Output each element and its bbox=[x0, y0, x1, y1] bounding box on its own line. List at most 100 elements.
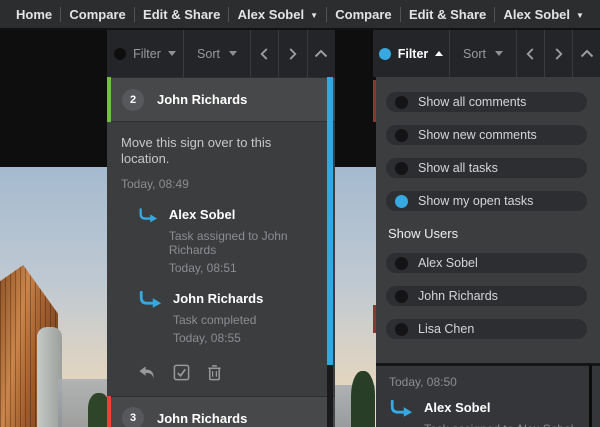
nav-divider bbox=[228, 6, 230, 22]
user-filter-alex-sobel[interactable]: Alex Sobel bbox=[386, 253, 587, 273]
chevron-right-icon bbox=[290, 47, 298, 60]
reply-detail: Task completed bbox=[173, 312, 257, 327]
nav-edit-share-right-label: Edit & Share bbox=[408, 6, 487, 22]
nav-compare-right[interactable]: Compare bbox=[335, 7, 391, 22]
user-filter-label: Lisa Chen bbox=[418, 322, 475, 336]
caret-down-icon bbox=[494, 51, 503, 56]
nav-home[interactable]: Home bbox=[16, 7, 52, 22]
comment-timestamp: Today, 08:49 bbox=[121, 176, 189, 191]
chevron-left-icon bbox=[260, 47, 268, 60]
reply-timestamp: Today, 08:51 bbox=[168, 260, 237, 275]
prev-comment-button[interactable] bbox=[517, 30, 544, 77]
comment-header[interactable]: 2 John Richards bbox=[107, 77, 335, 122]
comment-list-below-dropdown: Today, 08:50 Alex Sobel Task assigned to… bbox=[376, 365, 600, 427]
user-filter-lisa-chen[interactable]: Lisa Chen bbox=[386, 319, 587, 339]
comment-text: Move this sign over to this location. bbox=[121, 135, 272, 167]
filter-state-dot-icon bbox=[378, 47, 391, 60]
comment-header[interactable]: 3 John Richards bbox=[107, 395, 335, 427]
radio-dot-icon bbox=[395, 256, 408, 270]
show-users-heading: Show Users bbox=[388, 226, 459, 241]
prev-comment-button[interactable] bbox=[251, 30, 278, 77]
reply-item: John Richards Task completed Today, 08:5… bbox=[138, 290, 309, 345]
top-nav: Home Compare Edit & Share Alex Sobel ▼ C… bbox=[0, 0, 600, 30]
app-window: Home Compare Edit & Share Alex Sobel ▼ C… bbox=[0, 0, 600, 427]
radio-dot-icon bbox=[395, 161, 408, 175]
filter-button-active[interactable]: Filter bbox=[373, 30, 449, 77]
scrollbar-track bbox=[589, 365, 592, 427]
nav-user-left-label: Alex Sobel bbox=[237, 6, 305, 22]
filter-option-show-new-comments[interactable]: Show new comments bbox=[386, 125, 587, 145]
scrollbar-thumb[interactable] bbox=[327, 77, 333, 365]
filter-option-label: Show all comments bbox=[418, 95, 527, 109]
nav-divider bbox=[60, 6, 62, 22]
comments-panel-left: Filter Sort 2 John Richards Move this si… bbox=[107, 30, 335, 427]
reply-item: Alex Sobel Task assigned to Alex Sobel bbox=[389, 400, 600, 427]
nav-user-menu-left[interactable]: Alex Sobel ▼ bbox=[238, 7, 318, 22]
comment-body: Move this sign over to this location. To… bbox=[107, 122, 335, 381]
sort-button[interactable]: Sort bbox=[450, 30, 516, 77]
radio-dot-icon bbox=[395, 289, 408, 303]
user-filter-label: John Richards bbox=[418, 289, 498, 303]
task-checkbox-button[interactable] bbox=[173, 364, 190, 381]
collapse-panel-button[interactable] bbox=[573, 30, 600, 77]
nav-divider bbox=[494, 6, 496, 22]
user-filter-john-richards[interactable]: John Richards bbox=[386, 286, 587, 306]
nav-edit-share-right[interactable]: Edit & Share bbox=[409, 7, 486, 22]
chevron-up-icon bbox=[315, 49, 328, 58]
filter-label: Filter bbox=[397, 46, 429, 61]
chevron-left-icon bbox=[526, 47, 534, 60]
reply-button[interactable] bbox=[137, 364, 157, 381]
nav-home-label: Home bbox=[16, 6, 53, 22]
filter-label: Filter bbox=[133, 46, 161, 61]
reply-list: Alex Sobel Task assigned to John Richard… bbox=[121, 207, 309, 345]
caret-up-icon bbox=[435, 51, 444, 56]
reply-arrow-icon bbox=[139, 207, 158, 222]
comments-panel-right: Filter Sort Show all comments Show new c… bbox=[373, 30, 600, 427]
collapse-panel-button[interactable] bbox=[308, 30, 335, 77]
filter-dropdown: Show all comments Show new comments Show… bbox=[376, 77, 600, 365]
comment-number-badge: 3 bbox=[122, 407, 144, 427]
caret-down-icon: ▼ bbox=[310, 10, 319, 20]
reply-arrow-icon bbox=[139, 290, 162, 308]
filter-state-dot-icon bbox=[114, 47, 127, 60]
next-comment-button[interactable] bbox=[545, 30, 572, 77]
nav-edit-share-left-label: Edit & Share bbox=[143, 6, 221, 22]
reply-content: John Richards Task completed Today, 08:5… bbox=[173, 291, 263, 345]
main-area: Filter Sort 2 John Richards Move this si… bbox=[0, 30, 600, 427]
next-comment-button[interactable] bbox=[279, 30, 306, 77]
comment-number-badge: 2 bbox=[122, 88, 144, 111]
comment-list: 2 John Richards Move this sign over to t… bbox=[107, 77, 335, 427]
filter-button[interactable]: Filter bbox=[107, 30, 183, 77]
filter-option-label: Show all tasks bbox=[418, 161, 498, 175]
nav-user-right-label: Alex Sobel bbox=[503, 6, 570, 22]
radio-dot-icon bbox=[395, 322, 408, 336]
filter-option-label: Show new comments bbox=[418, 128, 537, 142]
radio-dot-icon bbox=[395, 95, 408, 109]
tree bbox=[351, 371, 375, 427]
sort-button[interactable]: Sort bbox=[184, 30, 250, 77]
reply-author: John Richards bbox=[173, 290, 264, 306]
reply-timestamp: Today, 08:55 bbox=[173, 330, 241, 345]
filter-option-show-my-open-tasks[interactable]: Show my open tasks bbox=[386, 191, 587, 211]
caret-down-icon bbox=[167, 51, 176, 56]
comment-author: John Richards bbox=[157, 92, 248, 107]
comment-actions bbox=[137, 364, 309, 381]
left-toolbar: Filter Sort bbox=[107, 30, 335, 77]
delete-button[interactable] bbox=[206, 364, 223, 381]
user-filter-label: Alex Sobel bbox=[418, 256, 478, 270]
caret-down-icon bbox=[228, 51, 237, 56]
sort-label: Sort bbox=[463, 46, 486, 61]
chevron-right-icon bbox=[555, 47, 563, 60]
reply-detail: Task assigned to Alex Sobel bbox=[424, 422, 573, 427]
reply-content: Alex Sobel Task assigned to Alex Sobel bbox=[424, 400, 573, 427]
caret-down-icon: ▼ bbox=[575, 10, 584, 20]
sort-label: Sort bbox=[197, 46, 220, 61]
nav-user-menu-right[interactable]: Alex Sobel ▼ bbox=[504, 7, 584, 22]
nav-divider bbox=[326, 6, 328, 22]
filter-option-show-all-comments[interactable]: Show all comments bbox=[386, 92, 587, 112]
chevron-up-icon bbox=[580, 49, 593, 58]
nav-compare-right-label: Compare bbox=[335, 6, 392, 22]
filter-option-show-all-tasks[interactable]: Show all tasks bbox=[386, 158, 587, 178]
nav-compare-left[interactable]: Compare bbox=[69, 7, 125, 22]
nav-edit-share-left[interactable]: Edit & Share bbox=[143, 7, 220, 22]
